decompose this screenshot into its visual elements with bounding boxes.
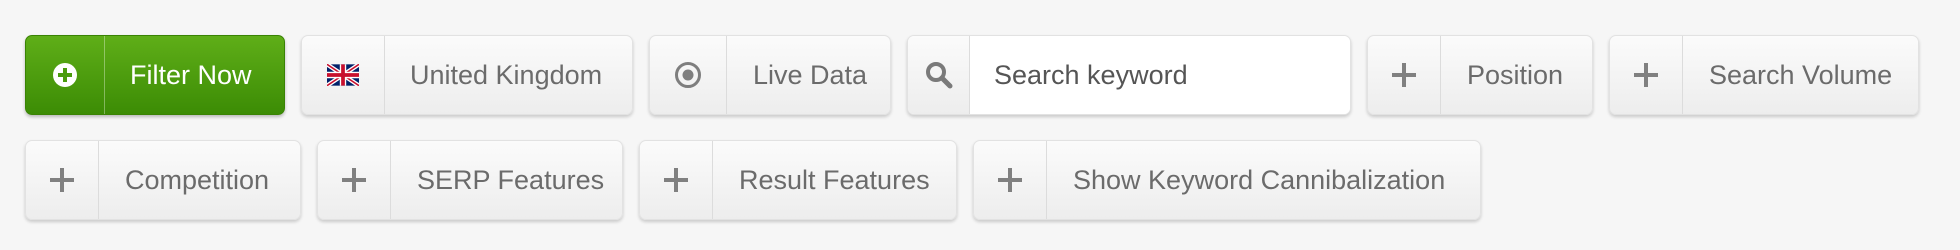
filter-row-1: Filter Now United Kingdom Live Data Sear… [25,35,1919,115]
radio-dot-icon [650,36,727,114]
plus-icon [26,141,99,219]
keyword-cannibalization-label: Show Keyword Cannibalization [1073,164,1446,195]
filter-now-label: Filter Now [130,59,252,90]
serp-features-filter-label: SERP Features [417,164,605,195]
plus-icon [974,141,1047,219]
search-volume-filter-button[interactable]: Search Volume [1609,35,1919,115]
competition-filter-button[interactable]: Competition [25,140,301,220]
filter-now-button[interactable]: Filter Now [25,35,285,115]
serp-features-filter-button[interactable]: SERP Features [317,140,623,220]
plus-icon [640,141,713,219]
keyword-cannibalization-button[interactable]: Show Keyword Cannibalization [973,140,1481,220]
keyword-filter-toolbar: Filter Now United Kingdom Live Data Sear… [0,0,1960,250]
search-keyword-field [907,35,1351,115]
plus-circle-icon [26,36,105,114]
live-data-toggle[interactable]: Live Data [649,35,891,115]
search-icon[interactable] [908,36,970,114]
live-data-label: Live Data [753,59,868,90]
result-features-filter-button[interactable]: Result Features [639,140,957,220]
country-selector[interactable]: United Kingdom [301,35,633,115]
search-keyword-input[interactable] [970,36,1350,114]
competition-filter-label: Competition [125,164,270,195]
uk-flag-icon [302,36,385,114]
filter-row-2: Competition SERP Features Result Feature… [25,140,1481,220]
position-filter-label: Position [1467,59,1564,90]
plus-icon [1610,36,1683,114]
result-features-filter-label: Result Features [739,164,930,195]
position-filter-button[interactable]: Position [1367,35,1593,115]
plus-icon [318,141,391,219]
search-volume-filter-label: Search Volume [1709,59,1893,90]
plus-icon [1368,36,1441,114]
country-label: United Kingdom [410,59,603,90]
